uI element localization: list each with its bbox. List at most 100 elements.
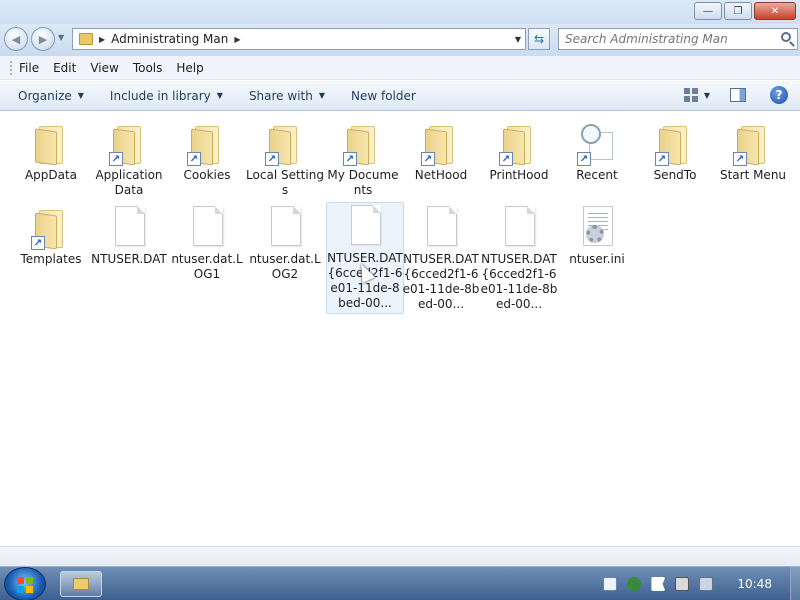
security-icon[interactable] xyxy=(627,577,642,591)
forward-button[interactable]: ▶ xyxy=(31,27,55,51)
shortcut-arrow-icon: ↗ xyxy=(421,152,435,166)
maximize-button[interactable]: ❐ xyxy=(724,2,752,20)
menu-view[interactable]: View xyxy=(90,61,118,75)
item-label: Templates xyxy=(20,252,82,266)
shortcut-arrow-icon: ↗ xyxy=(109,152,123,166)
start-button[interactable] xyxy=(4,567,46,600)
shortcut-arrow-icon: ↗ xyxy=(187,152,201,166)
action-center-flag-icon[interactable] xyxy=(651,577,666,591)
breadcrumb-arrow-icon[interactable]: ▶ xyxy=(99,35,105,44)
file-icon xyxy=(115,206,145,246)
list-item[interactable]: NTUSER.DAT{6cced2f1-6e01-11de-8bed-00... xyxy=(480,204,558,312)
menu-grip xyxy=(10,60,13,75)
back-button[interactable]: ◀ xyxy=(4,27,28,51)
breadcrumb-item[interactable]: Administrating Man xyxy=(111,32,228,46)
item-label: NetHood xyxy=(414,168,468,182)
clock[interactable]: 10:48 xyxy=(737,577,772,591)
details-pane xyxy=(0,546,800,566)
windows-logo-icon xyxy=(17,577,33,593)
item-label: Local Settings xyxy=(246,168,324,197)
item-label: AppData xyxy=(24,168,78,182)
list-item[interactable]: ↗ Cookies xyxy=(168,120,246,183)
item-label: NTUSER.DAT{6cced2f1-6e01-11de-8bed-00... xyxy=(480,252,558,311)
list-item[interactable]: ↗ Recent xyxy=(558,120,636,183)
list-item[interactable]: NTUSER.DAT{6cced2f1-6e01-11de-8bed-00... xyxy=(402,204,480,312)
minimize-button[interactable]: — xyxy=(694,2,722,20)
menu-tools[interactable]: Tools xyxy=(133,61,163,75)
file-icon xyxy=(427,206,457,246)
menu-help[interactable]: Help xyxy=(176,61,203,75)
recent-pages-dropdown-icon[interactable]: ▼ xyxy=(58,33,64,42)
taskbar-explorer-button[interactable] xyxy=(60,571,102,597)
notepad-icon[interactable] xyxy=(603,577,618,591)
list-item[interactable]: ↗ NetHood xyxy=(402,120,480,183)
shortcut-arrow-icon: ↗ xyxy=(733,152,747,166)
file-list[interactable]: AppData ↗ Application Data ↗ Cookies ↗ L… xyxy=(0,112,800,546)
search-input[interactable] xyxy=(565,32,777,46)
include-in-library-label: Include in library xyxy=(109,88,211,103)
item-label: ntuser.dat.LOG2 xyxy=(249,252,321,281)
item-label: Cookies xyxy=(183,168,231,182)
menu-edit[interactable]: Edit xyxy=(53,61,76,75)
address-bar[interactable]: ▶ Administrating Man ▶ ▼ xyxy=(72,28,526,50)
menu-file[interactable]: File xyxy=(19,61,39,75)
file-icon xyxy=(271,206,301,246)
search-box[interactable] xyxy=(558,28,798,50)
list-item-selected[interactable]: NTUSER.DAT{6cced2f1-6e01-11de-8bed-00... xyxy=(326,202,404,314)
organize-button[interactable]: Organize ▼ xyxy=(18,89,84,103)
taskbar: 10:48 xyxy=(0,566,800,600)
list-item[interactable]: NTUSER.DAT xyxy=(90,204,168,267)
list-item[interactable]: ↗ PrintHood xyxy=(480,120,558,183)
list-item[interactable]: ↗ Start Menu xyxy=(714,120,792,183)
item-label: My Documents xyxy=(327,168,399,197)
help-icon[interactable]: ? xyxy=(770,86,788,104)
item-label: SendTo xyxy=(653,168,697,182)
item-label: ntuser.dat.LOG1 xyxy=(171,252,243,281)
address-dropdown-icon[interactable]: ▼ xyxy=(515,35,521,44)
system-tray: 10:48 xyxy=(603,567,800,600)
close-button[interactable]: ✕ xyxy=(754,2,796,20)
search-icon[interactable] xyxy=(781,32,791,42)
shortcut-arrow-icon: ↗ xyxy=(343,152,357,166)
shortcut-arrow-icon: ↗ xyxy=(655,152,669,166)
chevron-down-icon: ▼ xyxy=(216,91,223,100)
view-options-dropdown-icon[interactable]: ▼ xyxy=(704,91,710,100)
folder-icon xyxy=(73,578,89,590)
shortcut-arrow-icon: ↗ xyxy=(577,152,591,166)
list-item[interactable]: ↗ Local Settings xyxy=(246,120,324,198)
change-view-icon[interactable] xyxy=(683,88,698,102)
item-label: Recent xyxy=(576,168,618,182)
breadcrumb-arrow-icon[interactable]: ▶ xyxy=(234,35,240,44)
preview-pane-icon[interactable] xyxy=(730,88,746,102)
chevron-down-icon: ▼ xyxy=(318,91,325,100)
volume-icon[interactable] xyxy=(699,577,714,591)
shortcut-arrow-icon: ↗ xyxy=(31,236,45,250)
address-row: ◀ ▶ ▼ ▶ Administrating Man ▶ ▼ ⇆ xyxy=(0,24,800,56)
include-in-library-button[interactable]: Include in library ▼ xyxy=(110,89,223,103)
list-item[interactable]: ↗ Application Data xyxy=(90,120,168,198)
folder-icon xyxy=(35,126,67,166)
shortcut-arrow-icon: ↗ xyxy=(499,152,513,166)
item-label: ntuser.ini xyxy=(569,252,625,266)
list-item[interactable]: ↗ My Documents xyxy=(324,120,402,198)
share-with-label: Share with xyxy=(248,88,313,103)
list-item[interactable]: ntuser.dat.LOG1 xyxy=(168,204,246,282)
list-item[interactable]: ntuser.dat.LOG2 xyxy=(246,204,324,282)
list-item[interactable]: AppData xyxy=(12,120,90,183)
settings-file-icon xyxy=(583,206,613,246)
list-item[interactable]: ↗ SendTo xyxy=(636,120,714,183)
network-icon[interactable] xyxy=(675,577,690,591)
view-controls: ▼ ? xyxy=(683,86,788,104)
share-with-button[interactable]: Share with ▼ xyxy=(249,89,325,103)
list-item[interactable]: ↗ Templates xyxy=(12,204,90,267)
file-icon xyxy=(505,206,535,246)
new-folder-button[interactable]: New folder xyxy=(351,89,416,103)
item-label: Start Menu xyxy=(719,168,787,182)
title-bar: — ❐ ✕ xyxy=(0,0,800,24)
list-item[interactable]: ntuser.ini xyxy=(558,204,636,267)
item-label: Application Data xyxy=(95,168,163,197)
organize-label: Organize xyxy=(18,88,72,103)
show-desktop-button[interactable] xyxy=(790,567,800,600)
item-label: NTUSER.DAT{6cced2f1-6e01-11de-8bed-00... xyxy=(402,252,480,311)
refresh-button[interactable]: ⇆ xyxy=(528,28,550,50)
